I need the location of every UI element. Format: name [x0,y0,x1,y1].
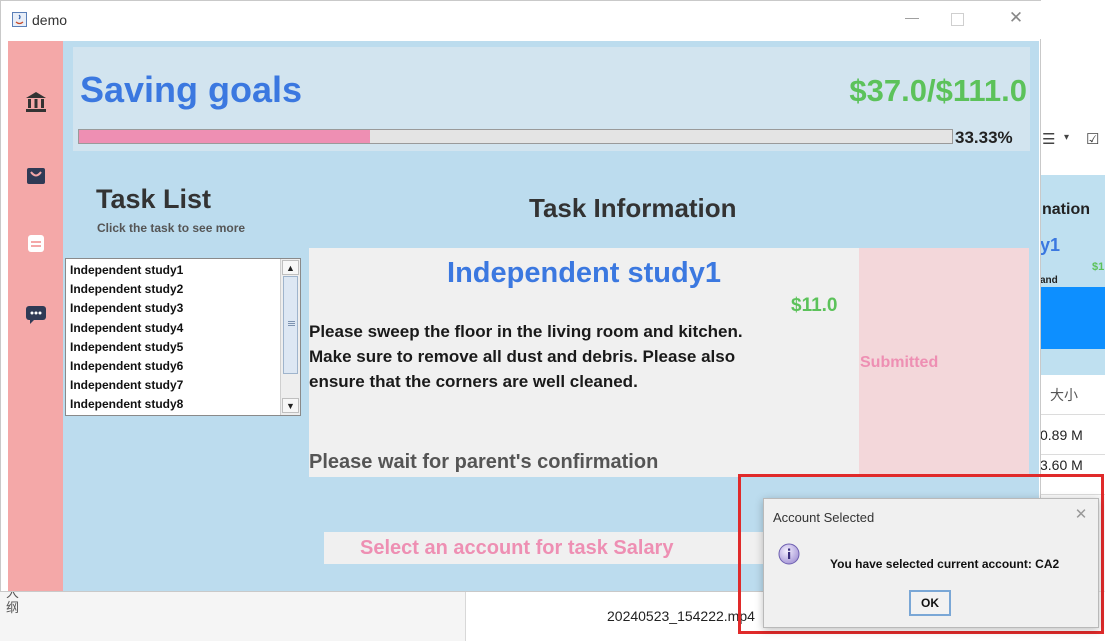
task-detail-panel: Independent study1 $11.0 Please sweep th… [309,248,859,477]
dialog-close-button[interactable]: ✕ [1071,505,1091,525]
bank-icon[interactable] [24,91,48,113]
saving-goals-amount: $37.0/$111.0 [849,73,1027,108]
shopping-bag-icon[interactable] [26,167,46,185]
task-detail-amount: $11.0 [791,295,838,316]
task-wait-message: Please wait for parent's confirmation [309,451,659,473]
scroll-up-button[interactable]: ▲ [282,260,299,275]
background-task-money: $1 [1092,261,1105,273]
table-header[interactable]: 大小 [1040,375,1105,415]
select-account-bar[interactable]: Select an account for task Salary [324,532,764,564]
saving-goals-panel: Saving goals $37.0/$111.0 33.33% [73,47,1030,151]
background-info-header: nation y1 $1 and [1040,175,1105,375]
file-name[interactable]: 20240523_154222.mp4 [607,608,755,624]
task-list-item[interactable]: Independent study6 [67,357,279,376]
task-information-title: Task Information [529,193,737,223]
task-status-panel: Submitted [859,248,1029,477]
task-list-subtitle: Click the task to see more [97,221,246,235]
dialog-message: You have selected current account: CA2 [830,557,1060,571]
task-list-item[interactable]: Independent study3 [67,299,279,318]
task-detail-description: Please sweep the floor in the living roo… [309,322,743,391]
saving-goals-title: Saving goals [80,69,303,110]
background-task-desc: and [1040,275,1058,285]
dialog-title: Account Selected [773,510,875,525]
file-size: 3.60 M [1040,457,1083,473]
background-blue-button[interactable] [1040,287,1105,349]
task-listbox[interactable]: Independent study1 Independent study2 Inde… [65,258,301,416]
task-list-item[interactable]: Independent study8 [67,395,279,414]
savings-progress-fill [79,130,370,143]
task-list-item[interactable]: Independent study2 [67,280,279,299]
task-list-item[interactable]: Independent study4 [67,319,279,338]
minimize-button[interactable]: — [901,9,923,29]
scroll-thumb[interactable] [283,276,298,374]
background-outline-panel: 大 纲 [0,585,465,641]
task-list-scrollbar[interactable]: ▲ ▼ [280,259,300,415]
size-column-header: 大小 [1050,387,1078,403]
task-list-item[interactable]: Independent study1 [67,261,279,280]
sidebar [8,41,63,591]
background-toolbar: ☰ ▾ ☑ [1042,130,1105,154]
chevron-down-icon[interactable]: ▾ [1064,132,1069,143]
task-list-item[interactable]: Independent study7 [67,376,279,395]
close-button[interactable]: ✕ [1006,8,1026,28]
clipboard-icon[interactable] [27,233,45,253]
chat-icon[interactable] [25,305,47,325]
savings-progress-label: 33.33% [955,128,1013,147]
java-app-icon [12,12,27,27]
background-divider [465,591,466,641]
title-bar[interactable]: demo — ✕ [1,1,1041,39]
file-size: 0.89 M [1040,427,1083,443]
ok-button[interactable]: OK [909,590,951,616]
account-selected-dialog: Account Selected ✕ You have selected cur… [763,498,1099,628]
task-status-label: Submitted [860,354,939,371]
savings-progress-bar [78,129,953,144]
window-title: demo [32,12,68,28]
task-detail-title: Independent study1 [447,257,721,289]
table-row[interactable]: 0.89 M [1040,415,1105,455]
list-icon[interactable]: ☰ [1042,130,1055,148]
task-list-item[interactable]: Independent study5 [67,338,279,357]
task-list-items: Independent study1 Independent study2 Inde… [67,261,279,415]
info-icon [778,543,800,565]
background-task-title: y1 [1040,235,1061,255]
checkbox-icon[interactable]: ☑ [1086,130,1099,148]
task-list-title: Task List [96,184,212,214]
background-panel-title: nation [1042,201,1090,218]
select-account-label: Select an account for task Salary [360,537,674,559]
scroll-down-button[interactable]: ▼ [282,398,299,413]
maximize-button[interactable] [951,13,964,26]
